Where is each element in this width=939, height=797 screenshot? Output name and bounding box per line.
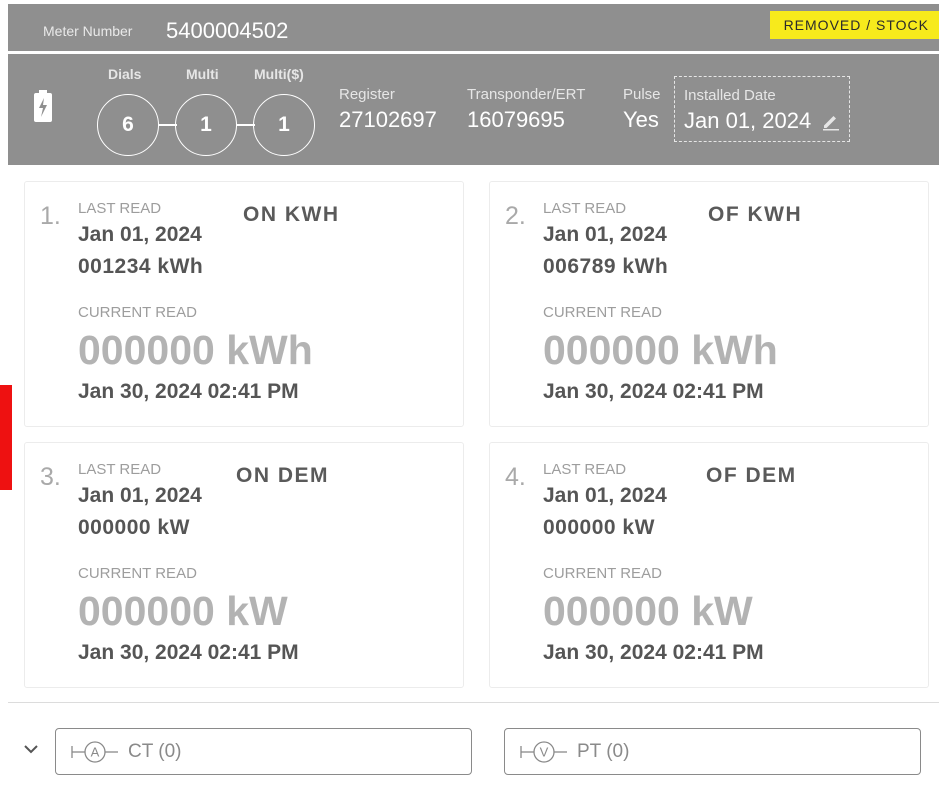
read-index: 4.	[505, 463, 526, 491]
ct-symbol: A	[91, 745, 100, 760]
current-read-value[interactable]: 000000 kW	[78, 588, 288, 635]
current-read-label: CURRENT READ	[78, 304, 197, 321]
meter-number: 5400004502	[166, 18, 289, 43]
status-badge: REMOVED / STOCK	[769, 11, 939, 39]
last-read-date: Jan 01, 2024	[78, 223, 202, 246]
read-card: 1. LAST READ Jan 01, 2024 001234 kWh ON …	[24, 181, 464, 427]
transponder-value: 16079695	[467, 107, 565, 132]
installed-date-field[interactable]: Installed Date Jan 01, 2024	[674, 76, 850, 142]
last-read-label: LAST READ	[543, 461, 627, 478]
pt-label: PT (0)	[577, 741, 630, 762]
pencil-icon[interactable]	[821, 111, 841, 131]
last-read-value: 000000 kW	[78, 516, 190, 539]
installed-date-label: Installed Date	[684, 87, 776, 104]
current-read-value[interactable]: 000000 kWh	[78, 327, 313, 374]
dials-label: Dials	[108, 66, 142, 82]
multi-dollar-value: 1	[253, 94, 315, 156]
multi-dollar-label: Multi($)	[254, 66, 304, 82]
transponder-label: Transponder/ERT	[467, 86, 586, 103]
footer-divider	[8, 702, 939, 703]
meter-number-label: Meter Number	[43, 23, 133, 39]
current-read-label: CURRENT READ	[78, 565, 197, 582]
read-card: 4. LAST READ Jan 01, 2024 000000 kW OF D…	[489, 442, 929, 688]
last-read-value: 006789 kWh	[543, 255, 669, 278]
read-index: 2.	[505, 202, 526, 230]
pulse-label: Pulse	[623, 86, 661, 103]
read-card: 2. LAST READ Jan 01, 2024 006789 kWh OF …	[489, 181, 929, 427]
pulse-value: Yes	[623, 107, 659, 132]
last-read-date: Jan 01, 2024	[78, 484, 202, 507]
read-card: 3. LAST READ Jan 01, 2024 000000 kW ON D…	[24, 442, 464, 688]
installed-date-value: Jan 01, 2024	[684, 108, 812, 133]
last-read-date: Jan 01, 2024	[543, 223, 667, 246]
multi-value: 1	[175, 94, 237, 156]
current-read-date: Jan 30, 2024 02:41 PM	[543, 380, 764, 403]
current-read-label: CURRENT READ	[543, 565, 662, 582]
last-read-label: LAST READ	[78, 461, 162, 478]
read-index: 3.	[40, 463, 61, 491]
chevron-down-icon[interactable]	[23, 741, 39, 757]
register-label: Register	[339, 86, 395, 103]
last-read-value: 001234 kWh	[78, 255, 204, 278]
dials-value: 6	[97, 94, 159, 156]
current-read-value[interactable]: 000000 kWh	[543, 327, 778, 374]
ct-label: CT (0)	[128, 741, 182, 762]
last-read-date: Jan 01, 2024	[543, 484, 667, 507]
selection-marker	[0, 385, 12, 490]
current-read-date: Jan 30, 2024 02:41 PM	[543, 641, 764, 664]
ammeter-icon: A	[71, 741, 118, 763]
meter-header: Meter Number 5400004502 REMOVED / STOCK	[8, 4, 939, 51]
register-name: OF KWH	[708, 203, 803, 226]
multi-label: Multi	[186, 66, 219, 82]
current-read-label: CURRENT READ	[543, 304, 662, 321]
read-index: 1.	[40, 202, 61, 230]
last-read-value: 000000 kW	[543, 516, 655, 539]
register-name: ON DEM	[236, 464, 329, 487]
current-read-date: Jan 30, 2024 02:41 PM	[78, 380, 299, 403]
meter-info-bar: Dials Multi Multi($) 6 1 1 Register 2710…	[8, 54, 939, 165]
battery-charging-icon	[34, 90, 52, 122]
current-read-date: Jan 30, 2024 02:41 PM	[78, 641, 299, 664]
last-read-label: LAST READ	[78, 200, 162, 217]
last-read-label: LAST READ	[543, 200, 627, 217]
ct-field[interactable]: A CT (0)	[55, 728, 472, 775]
register-name: OF DEM	[706, 464, 797, 487]
register-name: ON KWH	[243, 203, 340, 226]
register-value: 27102697	[339, 107, 437, 132]
pt-field[interactable]: V PT (0)	[504, 728, 921, 775]
current-read-value[interactable]: 000000 kW	[543, 588, 753, 635]
voltmeter-icon: V	[520, 741, 567, 763]
pt-symbol: V	[540, 745, 549, 760]
